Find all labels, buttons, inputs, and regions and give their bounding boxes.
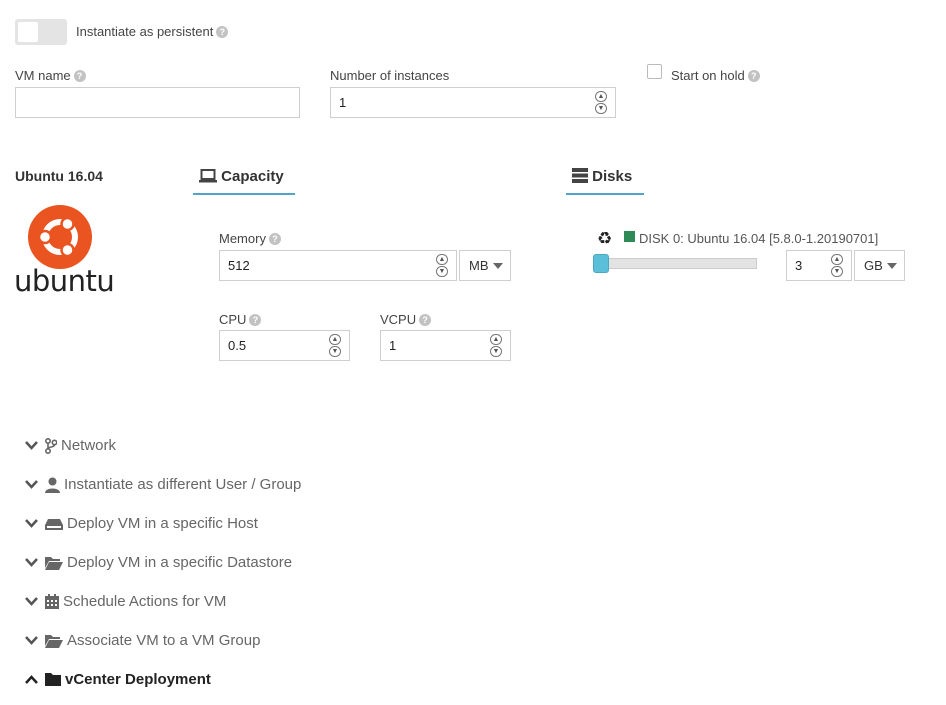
chevron-down-icon — [887, 263, 897, 269]
chevron-down-icon — [25, 595, 41, 609]
help-icon[interactable]: ? — [216, 26, 229, 38]
folder-open-icon — [45, 634, 63, 648]
stepper-down-icon[interactable]: ▼ — [595, 103, 607, 114]
stepper-down-icon[interactable]: ▼ — [329, 346, 341, 357]
cpu-stepper[interactable]: ▲ ▼ — [329, 334, 342, 358]
chevron-up-icon — [25, 673, 41, 687]
vcpu-label-text: VCPU — [380, 312, 417, 327]
accordion-host[interactable]: Deploy VM in a specific Host — [25, 515, 258, 532]
memory-label-text: Memory — [219, 231, 266, 246]
toggle-knob — [18, 22, 38, 42]
cpu-input[interactable]: 0.5 ▲ ▼ — [219, 330, 350, 361]
template-name: Ubuntu 16.04 — [15, 168, 103, 184]
stepper-down-icon[interactable]: ▼ — [436, 266, 448, 277]
stepper-up-icon[interactable]: ▲ — [831, 254, 843, 265]
memory-label: Memory? — [219, 231, 281, 246]
tab-disks-label: Disks — [592, 168, 633, 185]
chevron-down-icon — [25, 478, 41, 492]
hold-label-text: Start on hold — [671, 68, 745, 83]
memory-unit-select[interactable]: MB — [459, 250, 511, 281]
tab-capacity[interactable]: Capacity — [193, 168, 295, 195]
server-icon — [572, 168, 588, 187]
tab-capacity-label: Capacity — [221, 168, 284, 185]
accordion-user-group[interactable]: Instantiate as different User / Group — [25, 476, 301, 493]
disk-size-stepper[interactable]: ▲ ▼ — [831, 254, 844, 278]
stepper-up-icon[interactable]: ▲ — [490, 334, 502, 345]
user-icon — [45, 477, 60, 493]
accordion-label: Network — [61, 437, 117, 454]
laptop-icon — [199, 169, 217, 187]
memory-unit-value: MB — [469, 258, 489, 273]
svg-text:♻: ♻ — [597, 229, 612, 246]
accordion-label: Instantiate as different User / Group — [64, 476, 302, 493]
network-icon — [45, 437, 57, 454]
disk-size-input[interactable]: 3 ▲ ▼ — [786, 250, 852, 281]
help-icon[interactable]: ? — [249, 314, 262, 326]
help-icon[interactable]: ? — [419, 314, 432, 326]
accordion-datastore[interactable]: Deploy VM in a specific Datastore — [25, 554, 292, 571]
stepper-up-icon[interactable]: ▲ — [329, 334, 341, 345]
chevron-down-icon — [493, 263, 503, 269]
chevron-down-icon — [25, 634, 41, 648]
help-icon[interactable]: ? — [73, 70, 86, 82]
calendar-icon — [45, 594, 59, 609]
accordion-schedule-actions[interactable]: Schedule Actions for VM — [25, 593, 226, 610]
disk-size-slider-handle[interactable] — [593, 254, 609, 273]
folder-open-icon — [45, 556, 63, 570]
recycle-icon[interactable]: ♻ — [597, 229, 615, 249]
persistent-label: Instantiate as persistent? — [76, 24, 229, 39]
accordion-label: Deploy VM in a specific Host — [67, 515, 258, 532]
accordion-label: Deploy VM in a specific Datastore — [67, 554, 293, 571]
stepper-up-icon[interactable]: ▲ — [595, 91, 607, 102]
start-on-hold-checkbox[interactable] — [647, 64, 662, 79]
cpu-label: CPU? — [219, 312, 262, 327]
instances-label: Number of instances — [330, 68, 450, 83]
ubuntu-logo: ubuntu — [14, 204, 115, 298]
vm-name-label: VM name? — [15, 68, 86, 83]
disk-size-value: 3 — [795, 258, 803, 273]
accordion-vm-group[interactable]: Associate VM to a VM Group — [25, 632, 260, 649]
instances-input[interactable]: 1 ▲ ▼ — [330, 87, 616, 118]
instances-stepper[interactable]: ▲ ▼ — [595, 91, 608, 115]
instances-value: 1 — [339, 95, 347, 110]
disk-size-slider[interactable] — [593, 258, 757, 269]
disk-unit-value: GB — [864, 258, 883, 273]
hold-label: Start on hold? — [671, 68, 760, 83]
memory-value: 512 — [228, 258, 250, 273]
persistent-label-text: Instantiate as persistent — [76, 24, 214, 39]
stepper-down-icon[interactable]: ▼ — [831, 266, 843, 277]
vcpu-input[interactable]: 1 ▲ ▼ — [380, 330, 511, 361]
persistent-toggle[interactable] — [15, 19, 67, 45]
disk-status-square — [624, 231, 635, 242]
memory-stepper[interactable]: ▲ ▼ — [436, 254, 449, 278]
accordion-vcenter-deployment[interactable]: vCenter Deployment — [25, 671, 211, 688]
vm-name-input[interactable] — [15, 87, 300, 118]
memory-input[interactable]: 512 ▲ ▼ — [219, 250, 457, 281]
stepper-up-icon[interactable]: ▲ — [436, 254, 448, 265]
accordion-label: vCenter Deployment — [65, 671, 211, 688]
accordion-network[interactable]: Network — [25, 437, 116, 454]
help-icon[interactable]: ? — [268, 233, 281, 245]
host-icon — [45, 517, 63, 531]
chevron-down-icon — [25, 556, 41, 570]
cpu-label-text: CPU — [219, 312, 247, 327]
vcpu-value: 1 — [389, 338, 397, 353]
disk-unit-select[interactable]: GB — [854, 250, 905, 281]
accordion-label: Associate VM to a VM Group — [67, 632, 261, 649]
vm-name-label-text: VM name — [15, 68, 71, 83]
cpu-value: 0.5 — [228, 338, 247, 353]
vcpu-label: VCPU? — [380, 312, 432, 327]
help-icon[interactable]: ? — [747, 70, 760, 82]
stepper-down-icon[interactable]: ▼ — [490, 346, 502, 357]
ubuntu-logo-text: ubuntu — [14, 264, 115, 298]
vcpu-stepper[interactable]: ▲ ▼ — [490, 334, 503, 358]
chevron-down-icon — [25, 439, 41, 453]
chevron-down-icon — [25, 517, 41, 531]
folder-icon — [45, 673, 61, 686]
disk-label: DISK 0: Ubuntu 16.04 [5.8.0-1.20190701] — [639, 231, 879, 246]
tab-disks[interactable]: Disks — [566, 168, 644, 195]
accordion-label: Schedule Actions for VM — [63, 593, 227, 610]
